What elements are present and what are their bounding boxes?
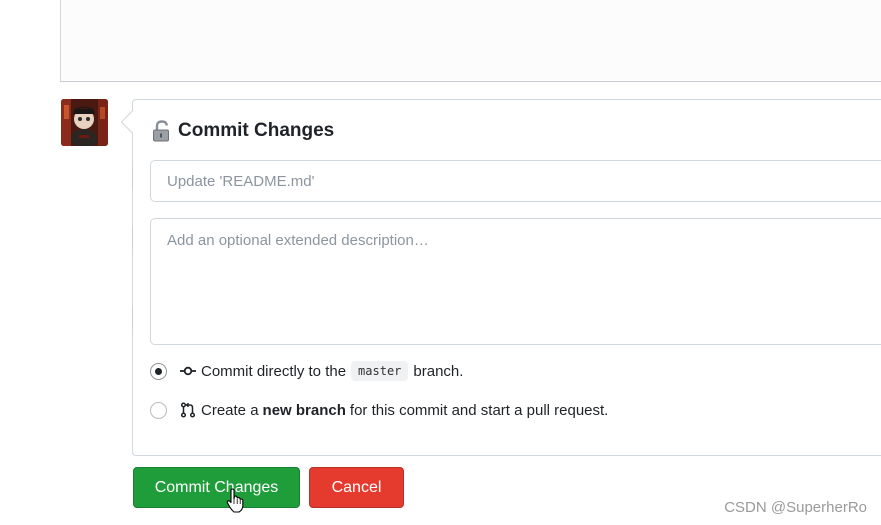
new-branch-suffix: for this commit and start a pull request…: [349, 401, 609, 419]
commit-title-text: Commit Changes: [178, 120, 335, 141]
lock-open-icon: [152, 120, 172, 142]
watermark: CSDN @SuperherRo: [724, 499, 867, 516]
cancel-button[interactable]: Cancel: [309, 467, 404, 508]
commit-summary-input[interactable]: [150, 160, 881, 202]
hand-pointer-icon: [226, 488, 246, 514]
gutter-mark: [132, 227, 133, 249]
git-pull-request-icon: [180, 402, 196, 418]
gutter-mark: [132, 167, 133, 189]
commit-direct-option[interactable]: Commit directly to the master branch.: [150, 359, 463, 383]
commit-direct-radio[interactable]: [150, 362, 167, 380]
new-branch-radio[interactable]: [150, 401, 167, 419]
commit-description-input[interactable]: [150, 218, 881, 345]
new-branch-prefix: Create a: [201, 401, 259, 419]
user-avatar: [61, 99, 108, 146]
git-commit-icon: [180, 363, 196, 379]
commit-title: Commit Changes: [152, 119, 334, 143]
new-branch-bold: new branch: [262, 401, 346, 419]
gutter-mark: [132, 307, 133, 329]
file-editor-area: [60, 0, 881, 82]
commit-changes-button[interactable]: Commit Changes: [133, 467, 300, 508]
commit-direct-prefix: Commit directly to the: [201, 362, 347, 380]
new-branch-option[interactable]: Create a new branch for this commit and …: [150, 398, 608, 422]
branch-name: master: [351, 361, 409, 381]
commit-direct-suffix: branch.: [413, 362, 464, 380]
